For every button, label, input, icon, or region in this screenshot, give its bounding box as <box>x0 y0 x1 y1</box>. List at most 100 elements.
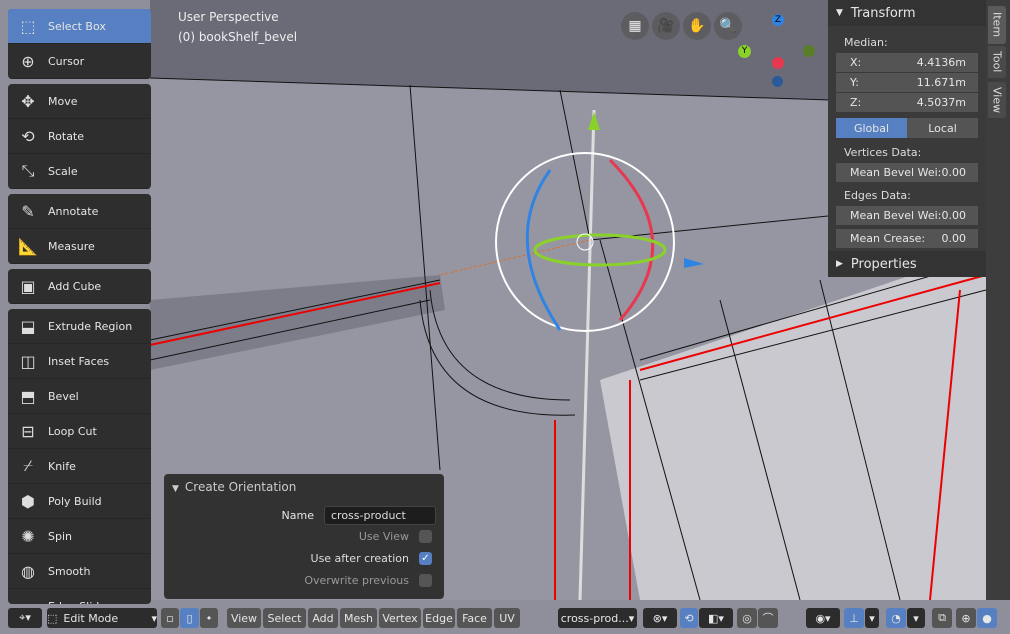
option-overwrite-previous[interactable]: Overwrite previous <box>224 574 432 587</box>
gizmo-icon: ⊥ <box>849 611 859 625</box>
median-x-field[interactable]: X: 4.4136m <box>836 53 978 73</box>
pivot-point-select[interactable]: ⊗▾ <box>643 608 677 628</box>
tool-inset-faces[interactable]: ◫ Inset Faces <box>8 344 151 379</box>
gizmo-y-axis[interactable]: Y <box>738 45 751 58</box>
tool-bevel[interactable]: ⬒ Bevel <box>8 379 151 414</box>
falloff-icon: ⌒ <box>762 612 774 625</box>
vertex-select-mode-button[interactable]: ▫ <box>161 608 179 628</box>
axis-gizmo[interactable]: Z Y <box>735 12 820 92</box>
axis-label: Z: <box>850 96 862 109</box>
checkbox[interactable] <box>419 574 432 587</box>
tool-edge-slide[interactable]: ▭Edge Slide <box>8 589 151 605</box>
tab-view[interactable]: View <box>988 82 1006 118</box>
xray-toggle[interactable]: ⧉ <box>932 608 952 628</box>
snap-target-select[interactable]: ◧▾ <box>699 608 733 628</box>
editor-type-button[interactable]: ⌖▾ <box>8 608 42 628</box>
perspective-grid-icon[interactable]: ▦ <box>621 12 649 40</box>
falloff-select[interactable]: ⌒ <box>758 608 778 628</box>
menu-uv[interactable]: UV <box>494 608 520 628</box>
menu-mesh[interactable]: Mesh <box>340 608 377 628</box>
local-button[interactable]: Local <box>907 118 978 138</box>
edit-mode-icon: ⬚ <box>47 611 58 625</box>
solid-shading-button[interactable]: ● <box>977 608 997 628</box>
tool-select-box[interactable]: ⬚ Select Box <box>8 9 151 44</box>
operator-panel-header[interactable]: ▼ Create Orientation <box>172 480 296 494</box>
tab-item[interactable]: Item <box>988 6 1006 44</box>
tool-knife[interactable]: ⌿ Knife <box>8 449 151 484</box>
tool-cursor[interactable]: ⊕ Cursor <box>8 44 151 79</box>
tool-add-cube[interactable]: ▣ Add Cube <box>8 269 151 304</box>
tool-loop-cut[interactable]: ⊟ Loop Cut <box>8 414 151 449</box>
tool-annotate[interactable]: ✎ Annotate <box>8 194 151 229</box>
menu-vertex[interactable]: Vertex <box>379 608 421 628</box>
tab-tool[interactable]: Tool <box>988 46 1006 78</box>
option-use-view[interactable]: Use View <box>224 530 432 543</box>
mode-select[interactable]: ⬚ Edit Mode ▾ <box>47 608 157 628</box>
vertex-mean-bevel-field[interactable]: Mean Bevel Wei: 0.00 <box>836 163 978 183</box>
tool-smooth[interactable]: ◍ Smooth <box>8 554 151 589</box>
tool-extrude-region[interactable]: ⬓ Extrude Region <box>8 309 151 344</box>
tool-label: Spin <box>48 529 72 543</box>
collapse-icon: ▼ <box>836 8 843 18</box>
wireframe-shading-button[interactable]: ⊕ <box>956 608 976 628</box>
checkbox[interactable]: ✓ <box>419 552 432 565</box>
gizmo-neg-y[interactable] <box>803 45 815 57</box>
option-use-after-creation[interactable]: Use after creation ✓ <box>224 552 432 565</box>
edge-select-mode-button[interactable]: ▯ <box>180 608 199 628</box>
gizmo-toggle[interactable]: ⊥ <box>844 608 864 628</box>
menu-face[interactable]: Face <box>457 608 492 628</box>
median-y-field[interactable]: Y: 11.671m <box>836 73 978 93</box>
tool-label: Extrude Region <box>48 319 133 333</box>
menu-edge[interactable]: Edge <box>423 608 455 628</box>
proportional-icon: ◎ <box>742 611 752 625</box>
proportional-edit-toggle[interactable]: ◎ <box>737 608 757 628</box>
overlay-icon: ◔ <box>891 611 901 625</box>
edge-mean-bevel-field[interactable]: Mean Bevel Wei: 0.00 <box>836 206 978 226</box>
transform-header[interactable]: ▼ Transform <box>828 0 986 26</box>
tool-measure[interactable]: 📐 Measure <box>8 229 151 264</box>
snap-toggle[interactable]: ⟲ <box>680 608 698 628</box>
median-z-field[interactable]: Z: 4.5037m <box>836 93 978 113</box>
properties-header[interactable]: ▶ Properties <box>828 251 986 277</box>
poly-build-icon: ⬢ <box>21 491 35 511</box>
menu-label: Edge <box>425 611 453 625</box>
name-input[interactable] <box>324 506 436 525</box>
tool-spin[interactable]: ✺ Spin <box>8 519 151 554</box>
pivot-icon: ⊗▾ <box>652 611 668 625</box>
transform-panel: ▼ Transform Median: X: 4.4136m Y: 11.671m Z: 4… <box>828 0 986 277</box>
toolbar-group: ✎ Annotate 📐 Measure <box>8 194 151 264</box>
menu-view[interactable]: View <box>227 608 261 628</box>
overlay-toggle[interactable]: ◔ <box>886 608 906 628</box>
tool-rotate[interactable]: ⟲ Rotate <box>8 119 151 154</box>
face-select-mode-button[interactable]: • <box>200 608 218 628</box>
menu-select[interactable]: Select <box>263 608 306 628</box>
solid-sphere-icon: ● <box>982 611 992 625</box>
tool-label: Inset Faces <box>48 354 110 368</box>
camera-icon[interactable]: 🎥 <box>652 12 680 40</box>
gizmo-options[interactable]: ▾ <box>865 608 879 628</box>
menu-add[interactable]: Add <box>308 608 338 628</box>
tool-scale[interactable]: ⤡ Scale <box>8 154 151 189</box>
measure-icon: 📐 <box>18 236 38 256</box>
loop-cut-icon: ⊟ <box>21 421 35 441</box>
toolbar-group: ✥ Move ⟲ Rotate ⤡ Scale <box>8 84 151 189</box>
checkbox[interactable] <box>419 530 432 543</box>
extrude-icon: ⬓ <box>20 316 36 336</box>
tool-move[interactable]: ✥ Move <box>8 84 151 119</box>
orientation-select[interactable]: cross-prod... ▾ <box>558 608 637 628</box>
hand-pan-icon[interactable]: ✋ <box>683 12 711 40</box>
wireframe-icon: ⊕ <box>961 611 971 625</box>
gizmo-z-axis[interactable]: Z <box>772 14 784 26</box>
gizmo-x-axis[interactable] <box>772 57 784 69</box>
chevron-down-icon: ▾ <box>913 611 919 625</box>
tool-poly-build[interactable]: ⬢ Poly Build <box>8 484 151 519</box>
chevron-down-icon: ▾ <box>151 611 157 625</box>
gizmo-neg-z[interactable] <box>772 76 783 87</box>
global-button[interactable]: Global <box>836 118 907 138</box>
field-value: 0.00 <box>941 232 967 245</box>
toolbar-group: ⬓ Extrude Region ◫ Inset Faces ⬒ Bevel ⊟ Loop C… <box>8 309 151 604</box>
menu-label: Select <box>267 611 302 625</box>
edge-mean-crease-field[interactable]: Mean Crease: 0.00 <box>836 229 978 249</box>
visibility-select[interactable]: ◉▾ <box>806 608 840 628</box>
overlay-options[interactable]: ▾ <box>907 608 925 628</box>
